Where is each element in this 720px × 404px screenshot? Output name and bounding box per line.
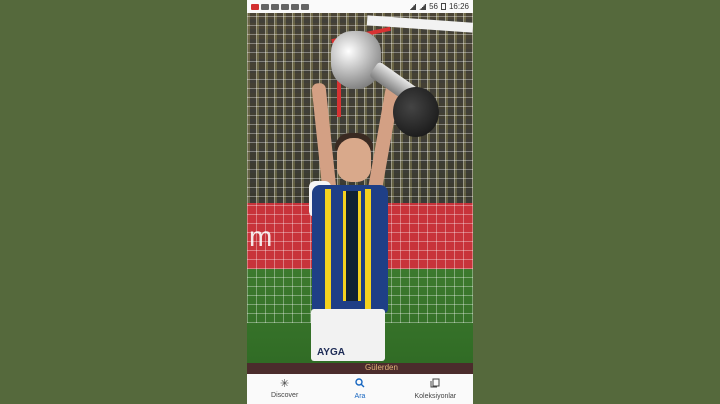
nav-label: Ara <box>354 393 366 400</box>
bottom-navigation: ✳ Discover Ara Koleksiyonlar <box>247 374 473 404</box>
bottom-banner <box>247 363 473 374</box>
battery-icon <box>440 3 446 10</box>
search-icon <box>355 378 365 391</box>
system-status: 56 16:26 <box>409 2 473 11</box>
notification-icons <box>247 3 309 10</box>
notification-icon <box>281 3 289 10</box>
nav-label: Koleksiyonlar <box>414 393 457 400</box>
sparkle-icon: ✳ <box>280 378 290 390</box>
notification-icon <box>271 3 279 10</box>
nav-discover[interactable]: ✳ Discover <box>247 374 322 404</box>
banner-text: Gülerden <box>365 363 398 372</box>
youtube-icon <box>251 3 259 10</box>
nav-collections[interactable]: Koleksiyonlar <box>398 374 473 404</box>
notification-icon <box>261 3 269 10</box>
notification-icon <box>291 3 299 10</box>
network-label: 56 <box>429 2 438 11</box>
background-right <box>473 0 720 404</box>
nav-search[interactable]: Ara <box>322 374 397 404</box>
clock: 16:26 <box>448 2 469 11</box>
jersey-stripe <box>325 189 331 309</box>
background-left <box>0 0 247 404</box>
player-head <box>337 138 371 182</box>
phone-screen: 56 16:26 m AYGA Gülerden ✳ <box>247 0 473 404</box>
trophy <box>331 31 381 89</box>
nav-label: Discover <box>271 392 299 399</box>
cloud-icon <box>301 3 309 10</box>
collections-icon <box>430 378 440 391</box>
shorts-sponsor: AYGA <box>317 347 345 358</box>
wifi-icon <box>409 3 417 10</box>
jersey-stripe <box>365 189 371 309</box>
photo-viewer[interactable]: m AYGA Gülerden <box>247 13 473 374</box>
player-scarf <box>343 191 361 301</box>
status-bar: 56 16:26 <box>247 0 473 13</box>
signal-icon <box>419 3 427 10</box>
trophy-base <box>393 87 439 137</box>
